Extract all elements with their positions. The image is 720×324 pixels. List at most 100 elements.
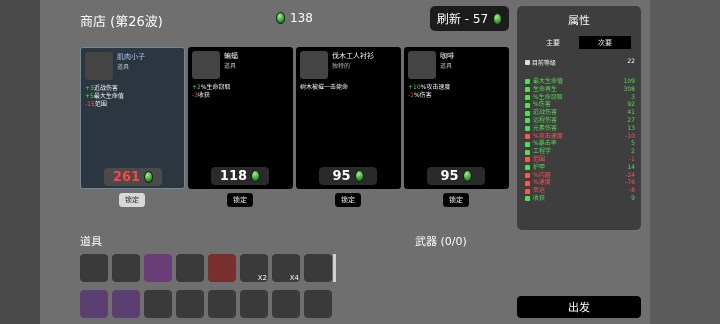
stat-row: 护甲 14 <box>525 164 635 172</box>
robot-icon[interactable]: X4 <box>272 254 300 282</box>
card-type: 独特的 <box>332 63 351 70</box>
buy-button[interactable]: 261 <box>104 168 162 186</box>
stat-row: 远程伤害 27 <box>525 117 635 125</box>
card-desc-line: +3近战伤害 <box>85 85 124 93</box>
items-title: 道具 <box>80 235 102 248</box>
material-gem-icon <box>144 171 154 183</box>
stat-row: 元素伤害 13 <box>525 125 635 133</box>
card-desc-text: 最大生命值 <box>93 93 124 100</box>
card-desc: +10%攻击速度 -1%伤害 <box>408 84 450 100</box>
ladder-icon[interactable] <box>272 290 300 318</box>
eye-icon[interactable] <box>240 290 268 318</box>
buy-button[interactable]: 118 <box>211 167 269 185</box>
stat-value: -24 <box>625 171 635 179</box>
stat-icon <box>525 141 530 147</box>
card-desc-amount: -15 <box>85 101 95 108</box>
lock-button[interactable]: 锁定 <box>335 193 361 207</box>
snake-icon[interactable] <box>144 290 172 318</box>
material-gem-icon <box>462 170 472 182</box>
wheat-icon[interactable] <box>208 290 236 318</box>
stat-row: 范围 -1 <box>525 156 635 164</box>
lock-button[interactable]: 锁定 <box>227 193 253 207</box>
ninja-mask-icon[interactable] <box>80 254 108 282</box>
stat-icon <box>525 180 530 186</box>
stat-row: 生命再生 308 <box>525 86 635 94</box>
turret-icon[interactable] <box>176 290 204 318</box>
items-grid: X2 X4 <box>80 254 338 320</box>
stat-value: 13 <box>627 124 635 132</box>
stat-value: -1 <box>629 155 635 163</box>
crown-icon[interactable] <box>112 254 140 282</box>
stat-label-wrap: 最大生命值 <box>525 78 563 86</box>
stat-value: 92 <box>627 101 635 109</box>
stat-icon <box>525 188 530 194</box>
stat-label-wrap: 远程伤害 <box>525 117 557 125</box>
lock-button[interactable]: 锁定 <box>443 193 469 207</box>
tab-secondary[interactable]: 次要 <box>579 36 631 49</box>
stat-label-wrap: 元素伤害 <box>525 125 557 133</box>
stat-icon <box>525 79 530 85</box>
tab-main[interactable]: 主要 <box>527 36 579 49</box>
stat-value: 109 <box>623 78 635 85</box>
stat-label-wrap: 生命再生 <box>525 86 557 94</box>
right-border <box>650 0 720 324</box>
stat-icon <box>525 133 530 139</box>
stat-value: -10 <box>625 132 635 140</box>
card-price: 261 <box>112 169 141 185</box>
stat-icon <box>525 149 530 155</box>
items-scrollbar[interactable] <box>333 254 336 282</box>
card-type: 道具 <box>224 63 237 70</box>
card-desc-text: 树木被摧一击毙命 <box>300 84 349 91</box>
card-desc-text: 范围 <box>94 101 107 108</box>
currency-counter: 138 <box>276 11 313 25</box>
stat-label: 范围 <box>533 155 546 163</box>
stat-row: 工程学 2 <box>525 148 635 156</box>
stat-row: %速度 -76 <box>525 179 635 187</box>
buy-button[interactable]: 95 <box>427 167 485 185</box>
stat-row: 近战伤害 41 <box>525 109 635 117</box>
bandage-icon[interactable]: X2 <box>240 254 268 282</box>
stat-label-wrap: 护甲 <box>525 164 545 172</box>
stat-icon <box>525 172 530 178</box>
level-label-text: 目前等级 <box>531 60 556 67</box>
muscle-arm-icon[interactable] <box>112 290 140 318</box>
shop-card[interactable]: 伐木工人衬衫 独特的 树木被摧一击毙命 95 <box>296 47 401 189</box>
stat-label-wrap: %暴击率 <box>525 140 557 148</box>
shop-card[interactable]: 蝙蝠 道具 +2%生命窃取 -3收获 118 <box>188 47 293 189</box>
sprout-icon[interactable] <box>304 290 332 318</box>
stat-label-wrap: 近战伤害 <box>525 109 557 117</box>
card-desc-text: %攻击速度 <box>420 84 451 91</box>
level-icon <box>525 60 530 65</box>
material-gem-icon <box>251 170 261 182</box>
item-count: X4 <box>289 274 299 282</box>
card-desc-text: 收获 <box>197 92 210 99</box>
stat-label: 近战伤害 <box>533 109 558 117</box>
card-desc-amount: +5 <box>85 93 94 100</box>
candle-icon[interactable] <box>80 290 108 318</box>
card-desc-line: -15范围 <box>85 101 124 109</box>
pig-icon[interactable] <box>144 254 172 282</box>
card-desc-amount: +3 <box>85 85 94 92</box>
card-desc-line: -3收获 <box>192 92 231 100</box>
card-type: 道具 <box>440 63 453 70</box>
stat-label: %暴击率 <box>533 140 557 148</box>
buy-button[interactable]: 95 <box>319 167 377 185</box>
poop-icon[interactable] <box>304 254 332 282</box>
shop-card[interactable]: 肌肉小子 道具 +3近战伤害 +5最大生命值 -15范围 261 <box>80 47 185 189</box>
attributes-title: 属性 <box>568 14 590 27</box>
go-button[interactable]: 出发 <box>517 296 641 318</box>
reroll-button[interactable]: 刷新 - 57 <box>430 6 509 31</box>
stat-label: 最大生命值 <box>533 78 564 85</box>
card-desc-text: %伤害 <box>413 92 432 99</box>
left-border <box>0 0 40 324</box>
stat-value: 5 <box>631 140 635 148</box>
stat-value: -76 <box>625 179 635 187</box>
shop-title: 商店 (第26波) <box>80 15 163 30</box>
lock-button[interactable]: 锁定 <box>119 193 145 207</box>
stat-value: 3 <box>631 93 635 101</box>
shop-card[interactable]: 咖啡 道具 +10%攻击速度 -1%伤害 95 <box>404 47 509 189</box>
bullet-icon[interactable] <box>208 254 236 282</box>
card-name: 蝙蝠 <box>224 52 238 60</box>
gun-icon[interactable] <box>176 254 204 282</box>
card-price: 95 <box>332 168 351 184</box>
